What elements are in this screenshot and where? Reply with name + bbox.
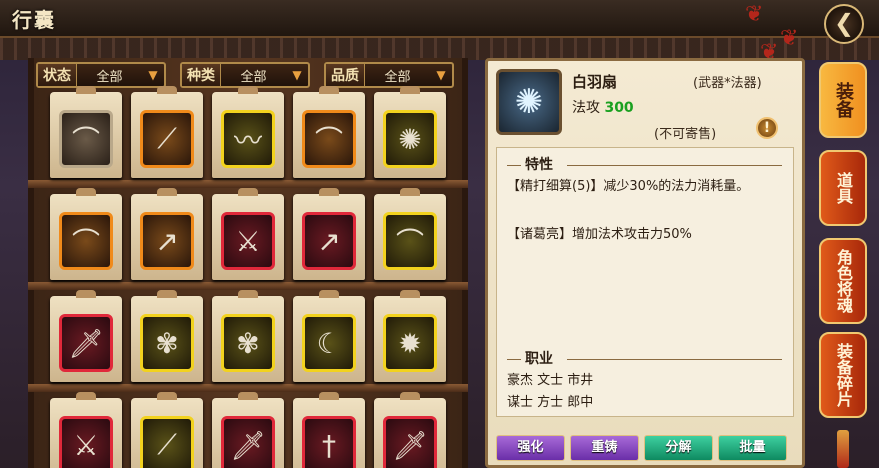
page-title: 行囊 bbox=[12, 8, 56, 32]
divider bbox=[507, 165, 521, 166]
trait-text: 【诸葛亮】增加法术攻击力50% bbox=[507, 227, 692, 242]
item-stat: 法攻 300 bbox=[572, 97, 634, 117]
divider bbox=[567, 165, 782, 166]
whip-icon: 〰 bbox=[221, 110, 275, 168]
tab-items[interactable]: 道具 bbox=[819, 150, 867, 226]
inventory-slot[interactable]: ↗ bbox=[293, 188, 365, 280]
feather-fan-icon: ✾ bbox=[221, 314, 275, 372]
item-type: (武器*法器) bbox=[693, 76, 762, 91]
inventory-slot[interactable]: ⌒ bbox=[293, 86, 365, 178]
dropdown-arrow-icon: ▼ bbox=[292, 68, 302, 82]
inventory-slot[interactable]: 🗡 bbox=[50, 290, 122, 382]
inventory-slot[interactable]: ↗ bbox=[131, 188, 203, 280]
bow-icon: ⌒ bbox=[59, 212, 113, 270]
inventory-slot[interactable]: ⌒ bbox=[374, 188, 446, 280]
tab-fragments[interactable]: 装备碎片 bbox=[819, 332, 867, 418]
inventory-slot[interactable]: 🗡 bbox=[374, 392, 446, 468]
inventory-slot[interactable]: ⌒ bbox=[50, 86, 122, 178]
inventory-slot[interactable]: † bbox=[293, 392, 365, 468]
lantern-decoration bbox=[837, 430, 849, 468]
item-trade-flag: (不可寄售) bbox=[654, 127, 717, 142]
tab-equipment[interactable]: 装备 bbox=[819, 62, 867, 138]
scimitar-icon: ☾ bbox=[302, 314, 356, 372]
item-stat-label: 法攻 bbox=[572, 100, 600, 116]
tab-soul[interactable]: 角色将魂 bbox=[819, 238, 867, 324]
sabre-icon: ⟋ bbox=[140, 416, 194, 468]
inventory-slot[interactable]: 🗡 bbox=[212, 392, 284, 468]
filter-status[interactable]: 状态 全部 ▼ bbox=[36, 62, 166, 88]
jobs-title: 职业 bbox=[525, 351, 553, 367]
back-button[interactable]: ❮ bbox=[824, 4, 864, 44]
job-text: 谋士 方士 郎中 bbox=[507, 395, 594, 410]
sword-icon: 🗡 bbox=[59, 314, 113, 372]
inventory-slot[interactable]: ⟋ bbox=[131, 86, 203, 178]
feather-fan-icon: ✺ bbox=[496, 69, 562, 135]
inventory-slot[interactable]: ⚔ bbox=[212, 188, 284, 280]
traits-title: 特性 bbox=[525, 157, 553, 173]
divider bbox=[567, 359, 782, 360]
inventory-slot[interactable]: ⌒ bbox=[50, 188, 122, 280]
sword-icon: 🗡 bbox=[221, 416, 275, 468]
bow-icon: ⌒ bbox=[302, 110, 356, 168]
staff-icon: ⟋ bbox=[140, 110, 194, 168]
blade-icon: ⚔ bbox=[59, 416, 113, 468]
inventory-slot[interactable]: ☾ bbox=[293, 290, 365, 382]
action-bar: 强化 重铸 分解 批量 bbox=[496, 435, 787, 461]
inventory-slot[interactable]: ⟋ bbox=[131, 392, 203, 468]
divider bbox=[507, 359, 521, 360]
reforge-button[interactable]: 重铸 bbox=[570, 435, 639, 461]
filter-label: 状态 bbox=[38, 64, 77, 86]
batch-button[interactable]: 批量 bbox=[718, 435, 787, 461]
bow-icon: ⌒ bbox=[383, 212, 437, 270]
dagger-icon: † bbox=[302, 416, 356, 468]
trait-text: 【精打细算(5)】减少30%的法力消耗量。 bbox=[507, 179, 750, 194]
dropdown-arrow-icon: ▼ bbox=[148, 68, 158, 82]
decompose-button[interactable]: 分解 bbox=[644, 435, 713, 461]
item-stat-value: 300 bbox=[604, 100, 634, 116]
item-detail-panel: ✺ 白羽扇 (武器*法器) 法攻 300 (不可寄售) ! 特性 【精打细算(5… bbox=[485, 58, 805, 468]
filter-quality[interactable]: 品质 全部 ▼ bbox=[324, 62, 454, 88]
filter-value: 全部 bbox=[384, 69, 411, 85]
inventory-slot[interactable]: ✾ bbox=[212, 290, 284, 382]
enhance-button[interactable]: 强化 bbox=[496, 435, 565, 461]
inventory-slot[interactable]: ✾ bbox=[131, 290, 203, 382]
info-icon[interactable]: ! bbox=[756, 117, 778, 139]
dropdown-arrow-icon: ▼ bbox=[436, 68, 446, 82]
maple-leaf-icon: ❦ bbox=[745, 2, 764, 27]
spear-icon: ↗ bbox=[140, 212, 194, 270]
inventory-slot[interactable]: ⚔ bbox=[50, 392, 122, 468]
sword-icon: 🗡 bbox=[383, 416, 437, 468]
inventory-slot[interactable]: ✺ bbox=[374, 86, 446, 178]
feather-fan-icon: ✾ bbox=[140, 314, 194, 372]
filter-label: 种类 bbox=[182, 64, 221, 86]
bow-icon: ⌒ bbox=[59, 110, 113, 168]
inventory-slot[interactable]: ✹ bbox=[374, 290, 446, 382]
back-arrow-icon: ❮ bbox=[833, 9, 855, 37]
mace-icon: ✹ bbox=[383, 314, 437, 372]
fan-icon: ✺ bbox=[383, 110, 437, 168]
filter-label: 品质 bbox=[326, 64, 365, 86]
maple-leaf-icon: ❦ bbox=[780, 26, 799, 51]
filter-value: 全部 bbox=[96, 69, 123, 85]
filter-value: 全部 bbox=[240, 69, 267, 85]
job-text: 豪杰 文士 市井 bbox=[507, 373, 594, 388]
halberd-icon: ⚔ bbox=[221, 212, 275, 270]
item-name: 白羽扇 bbox=[572, 73, 618, 91]
inventory-slot[interactable]: 〰 bbox=[212, 86, 284, 178]
spear-icon: ↗ bbox=[302, 212, 356, 270]
inventory-grid: ⌒ ⟋ 〰 ⌒ ✺ ⌒ ↗ ⚔ ↗ ⌒ 🗡 ✾ ✾ ☾ ✹ ⚔ ⟋ 🗡 † 🗡 bbox=[50, 86, 450, 468]
filter-category[interactable]: 种类 全部 ▼ bbox=[180, 62, 310, 88]
item-info-box: 特性 【精打细算(5)】减少30%的法力消耗量。 【诸葛亮】增加法术攻击力50%… bbox=[496, 147, 794, 417]
roof-decoration bbox=[0, 38, 879, 60]
